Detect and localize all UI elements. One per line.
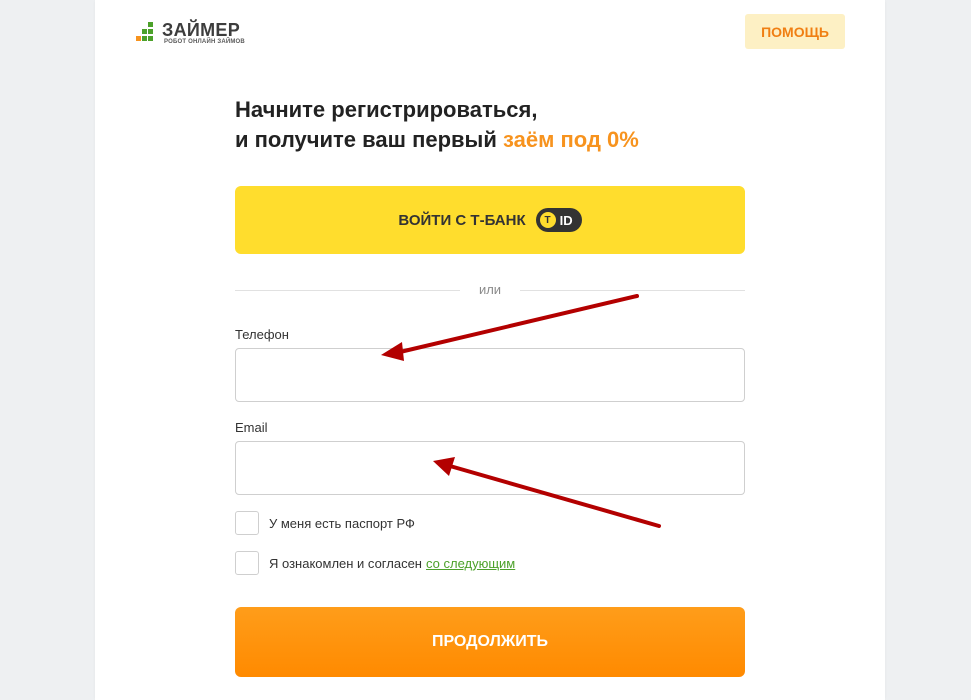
agreement-checkbox-row[interactable]: Я ознакомлен и согласен со следующим (235, 551, 515, 575)
help-button[interactable]: ПОМОЩЬ (745, 14, 845, 49)
divider-line-left (235, 290, 460, 291)
email-input[interactable] (235, 441, 745, 495)
brand-tagline: РОБОТ ОНЛАЙН ЗАЙМОВ (164, 39, 245, 45)
tbank-id-badge: T ID (535, 208, 582, 232)
headline-line-2: и получите ваш первый заём под 0% (235, 125, 755, 155)
continue-button[interactable]: ПРОДОЛЖИТЬ (235, 607, 745, 677)
headline-accent: заём под 0% (503, 127, 639, 152)
page-title: Начните регистрироваться, и получите ваш… (235, 95, 755, 155)
brand-name: ЗАЙМЕР (162, 20, 241, 40)
logo-squares-icon (136, 20, 158, 46)
passport-checkbox-row[interactable]: У меня есть паспорт РФ (235, 511, 415, 535)
divider-text: или (478, 282, 502, 297)
headline-line-2-text: и получите ваш первый (235, 127, 497, 152)
tbank-login-button[interactable]: ВОЙТИ С Т-БАНК T ID (235, 186, 745, 254)
passport-checkbox-label: У меня есть паспорт РФ (269, 515, 415, 531)
phone-label: Телефон (235, 327, 289, 342)
email-label: Email (235, 420, 268, 435)
or-divider: или (235, 280, 745, 300)
agreement-terms-link[interactable]: со следующим (426, 556, 515, 571)
agreement-checkbox[interactable] (235, 551, 259, 575)
headline-line-1: Начните регистрироваться, (235, 97, 538, 122)
tbank-id-text: ID (559, 212, 573, 228)
registration-card: ЗАЙМЕР РОБОТ ОНЛАЙН ЗАЙМОВ ПОМОЩЬ Начнит… (95, 0, 885, 700)
passport-checkbox[interactable] (235, 511, 259, 535)
zaimer-logo[interactable]: ЗАЙМЕР РОБОТ ОНЛАЙН ЗАЙМОВ (136, 20, 266, 46)
agreement-checkbox-label: Я ознакомлен и согласен (269, 555, 422, 571)
divider-line-right (520, 290, 745, 291)
tbank-login-label: ВОЙТИ С Т-БАНК (398, 211, 526, 229)
phone-input[interactable] (235, 348, 745, 402)
tbank-shield-icon: T (539, 212, 556, 228)
